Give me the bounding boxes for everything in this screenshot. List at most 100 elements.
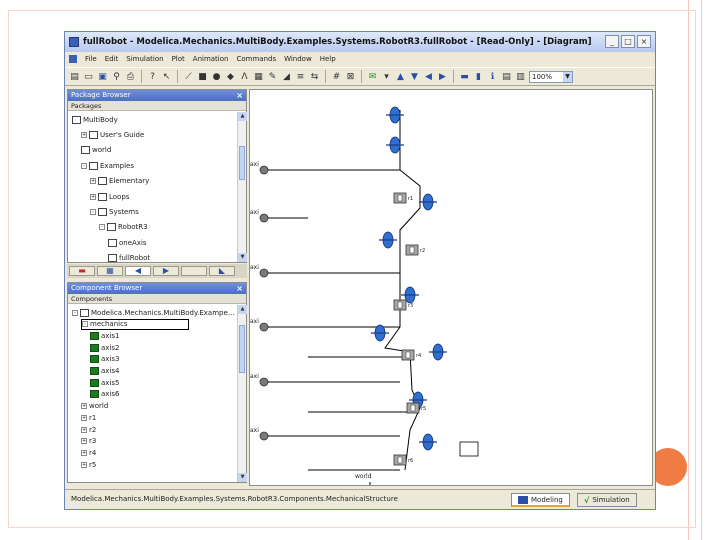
equation-layer-icon[interactable]: ▥ bbox=[515, 71, 526, 82]
grid-icon[interactable]: # bbox=[331, 71, 342, 82]
expand-icon[interactable]: + bbox=[81, 414, 87, 421]
tree-row[interactable]: oneAxis bbox=[108, 237, 147, 248]
tree-row[interactable]: MultiBody bbox=[72, 114, 118, 125]
scroll-down-icon[interactable]: ▼ bbox=[238, 473, 247, 482]
help-pointer-icon[interactable]: ? bbox=[147, 71, 158, 82]
line-tool-icon[interactable]: ⟋ bbox=[183, 71, 194, 82]
tree-row[interactable]: - Examples bbox=[81, 160, 134, 171]
bitmap-tool-icon[interactable]: ▦ bbox=[253, 71, 264, 82]
scroll-thumb[interactable] bbox=[239, 325, 245, 373]
expand-icon[interactable]: + bbox=[81, 426, 87, 433]
folder-icon[interactable]: ▭ bbox=[83, 71, 94, 82]
package-scrollbar[interactable]: ▲ ▼ bbox=[237, 112, 247, 262]
menu-plot[interactable]: Plot bbox=[172, 55, 185, 63]
tree-row[interactable]: axis5 bbox=[90, 377, 119, 388]
collapse-icon[interactable]: - bbox=[90, 208, 96, 215]
close-icon[interactable]: × bbox=[236, 90, 243, 101]
collapse-icon[interactable]: - bbox=[82, 321, 88, 328]
expand-icon[interactable]: + bbox=[81, 461, 87, 468]
info-icon[interactable]: ℹ bbox=[487, 71, 498, 82]
tree-row[interactable]: + r3 bbox=[81, 436, 96, 447]
expand-icon[interactable]: + bbox=[81, 449, 87, 456]
tree-row[interactable]: axis3 bbox=[90, 354, 119, 365]
modeling-tab[interactable]: Modeling bbox=[511, 493, 570, 507]
expand-icon[interactable]: + bbox=[81, 403, 87, 410]
collapse-icon[interactable]: - bbox=[81, 162, 87, 169]
tree-row[interactable]: + r1 bbox=[81, 412, 96, 423]
fill-color-icon[interactable]: ◢ bbox=[281, 71, 292, 82]
simulation-tab[interactable]: √ Simulation bbox=[577, 493, 637, 507]
expand-icon[interactable]: + bbox=[81, 438, 87, 445]
tree-row[interactable]: world bbox=[81, 145, 111, 156]
tree-row[interactable]: + r2 bbox=[81, 424, 96, 435]
tree-row[interactable]: + Elementary bbox=[90, 176, 149, 187]
tree-row[interactable]: axis1 bbox=[90, 330, 119, 341]
scroll-up-icon[interactable]: ▲ bbox=[238, 112, 247, 121]
maximize-button[interactable]: □ bbox=[621, 35, 635, 48]
tab-libraries-icon[interactable]: ▬ bbox=[69, 266, 95, 276]
check-icon[interactable]: ✉ bbox=[367, 71, 378, 82]
menu-commands[interactable]: Commands bbox=[236, 55, 276, 63]
scroll-up-icon[interactable]: ▲ bbox=[238, 305, 247, 314]
search-icon[interactable]: ⚲ bbox=[111, 71, 122, 82]
dropdown-icon[interactable]: ▾ bbox=[381, 71, 392, 82]
arrow-style-icon[interactable]: ⇆ bbox=[309, 71, 320, 82]
chevron-down-icon[interactable]: ▼ bbox=[563, 71, 572, 82]
arrow-left-icon[interactable]: ◀ bbox=[423, 71, 434, 82]
tree-row[interactable]: + r5 bbox=[81, 459, 96, 470]
menu-animation[interactable]: Animation bbox=[193, 55, 229, 63]
zoom-select[interactable]: 100% ▼ bbox=[529, 70, 573, 83]
tab-back-icon[interactable]: ◀ bbox=[125, 266, 151, 276]
arrow-up-icon[interactable]: ▲ bbox=[395, 71, 406, 82]
tree-row[interactable]: axis2 bbox=[90, 342, 119, 353]
menu-simulation[interactable]: Simulation bbox=[126, 55, 163, 63]
expand-icon[interactable]: + bbox=[90, 178, 96, 185]
diagram-canvas[interactable]: axi axi axi axi axi axi r1 r2 r3 r4 r5 r6 world bbox=[249, 89, 653, 493]
menu-edit[interactable]: Edit bbox=[105, 55, 119, 63]
menu-file[interactable]: File bbox=[85, 55, 97, 63]
close-icon[interactable]: × bbox=[236, 283, 243, 294]
expand-icon[interactable]: + bbox=[81, 131, 87, 138]
save-icon[interactable]: ▣ bbox=[97, 71, 108, 82]
tab-pin-icon[interactable]: ◣ bbox=[209, 266, 235, 276]
icon-layer-icon[interactable]: ▮ bbox=[473, 71, 484, 82]
diagram-layer-icon[interactable]: ▬ bbox=[459, 71, 470, 82]
print-icon[interactable]: ⎙ bbox=[125, 71, 136, 82]
connect-mode-icon[interactable]: ⊠ bbox=[345, 71, 356, 82]
tree-row[interactable]: - Systems bbox=[90, 206, 139, 217]
tree-row[interactable]: - mechanics bbox=[81, 318, 189, 330]
minimize-button[interactable]: _ bbox=[605, 35, 619, 48]
close-button[interactable]: × bbox=[637, 35, 651, 48]
menu-window[interactable]: Window bbox=[284, 55, 312, 63]
tree-row[interactable]: + User's Guide bbox=[81, 129, 144, 140]
tree-row[interactable]: axis4 bbox=[90, 366, 119, 377]
polygon-tool-icon[interactable]: ◆ bbox=[225, 71, 236, 82]
tab-components-icon[interactable]: ▦ bbox=[97, 266, 123, 276]
tree-row[interactable]: fullRobot bbox=[108, 253, 150, 264]
menu-help[interactable]: Help bbox=[320, 55, 336, 63]
collapse-icon[interactable]: - bbox=[99, 224, 105, 231]
rectangle-tool-icon[interactable]: ■ bbox=[197, 71, 208, 82]
tree-row[interactable]: + Loops bbox=[90, 191, 129, 202]
collapse-icon[interactable]: - bbox=[72, 309, 78, 316]
expand-icon[interactable]: + bbox=[90, 193, 96, 200]
pen-color-icon[interactable]: ✎ bbox=[267, 71, 278, 82]
text-tool-icon[interactable]: Λ bbox=[239, 71, 250, 82]
arrow-down-icon[interactable]: ▼ bbox=[409, 71, 420, 82]
tab-forward-icon[interactable]: ▶ bbox=[153, 266, 179, 276]
arrow-right-icon[interactable]: ▶ bbox=[437, 71, 448, 82]
scroll-down-icon[interactable]: ▼ bbox=[238, 253, 247, 262]
pointer-icon[interactable]: ↖ bbox=[161, 71, 172, 82]
component-scrollbar[interactable]: ▲ ▼ bbox=[237, 305, 247, 482]
tree-row[interactable]: axis6 bbox=[90, 389, 119, 400]
ellipse-tool-icon[interactable]: ● bbox=[211, 71, 222, 82]
tree-row[interactable]: - RobotR3 bbox=[99, 222, 148, 233]
tree-row[interactable]: + r4 bbox=[81, 447, 96, 458]
tab-spacer[interactable] bbox=[181, 266, 207, 276]
text-layer-icon[interactable]: ▤ bbox=[501, 71, 512, 82]
open-icon[interactable]: ▤ bbox=[69, 71, 80, 82]
tree-row[interactable]: + world bbox=[81, 401, 108, 412]
tree-row[interactable]: - Modelica.Mechanics.MultiBody.Exampe... bbox=[72, 307, 234, 318]
line-style-icon[interactable]: ≡ bbox=[295, 71, 306, 82]
scroll-thumb[interactable] bbox=[239, 146, 245, 180]
